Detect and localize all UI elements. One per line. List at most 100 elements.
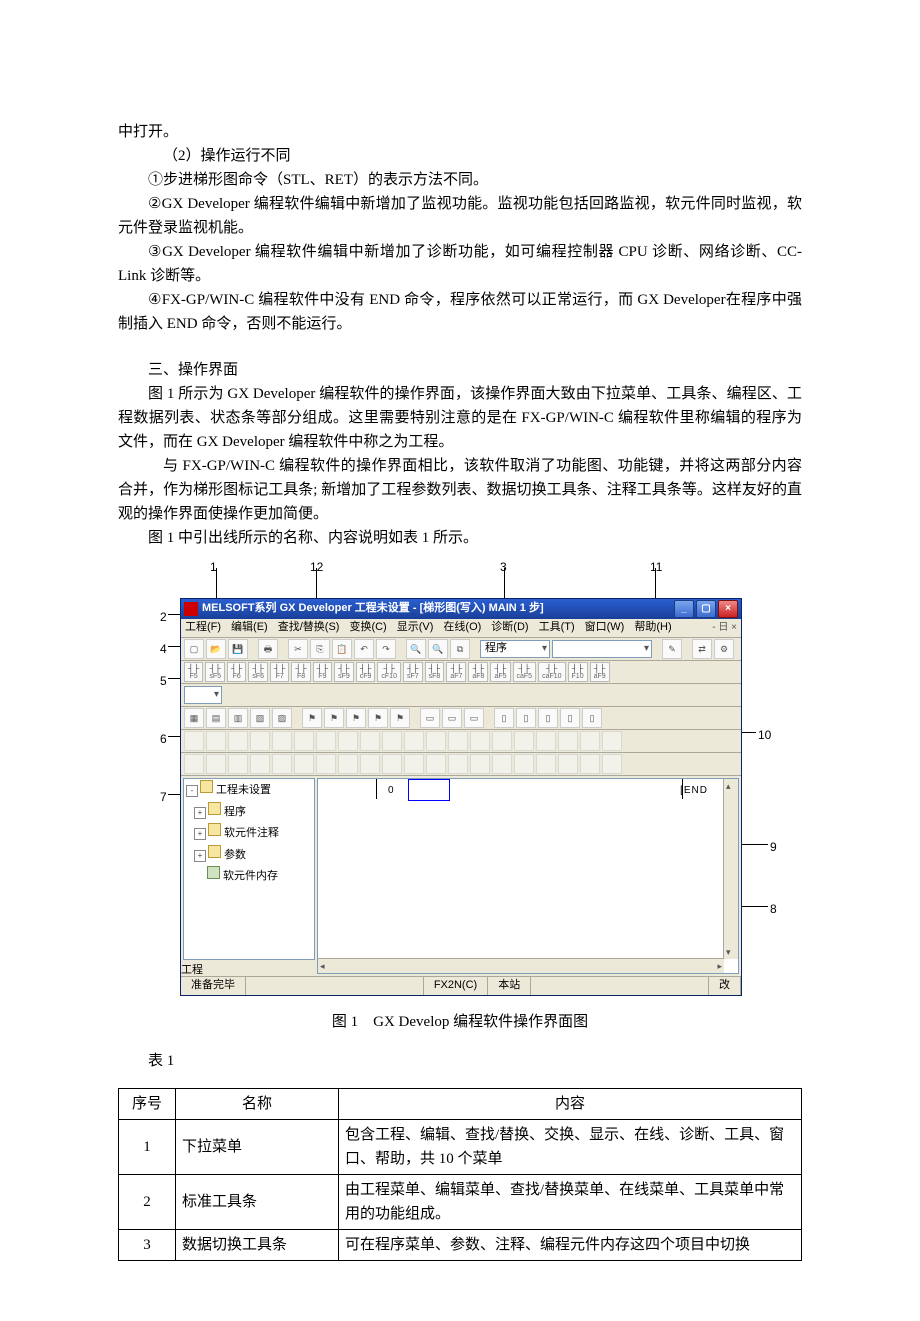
print-icon[interactable]: 🖶: [258, 639, 278, 659]
callout-8: 8: [770, 900, 777, 919]
sfc2-icon[interactable]: ▭: [442, 708, 462, 728]
open-icon[interactable]: 📂: [206, 639, 226, 659]
settings-icon[interactable]: ⚙: [714, 639, 734, 659]
disabled-button: [316, 754, 336, 774]
paste-icon[interactable]: 📋: [332, 639, 352, 659]
ladder-key-aF9[interactable]: ┤├aF9: [590, 662, 610, 682]
minimize-button[interactable]: _: [674, 600, 694, 618]
element-combo[interactable]: [184, 686, 222, 704]
net3-icon[interactable]: ▯: [538, 708, 558, 728]
view1-icon[interactable]: ▦: [184, 708, 204, 728]
program-select-combo[interactable]: [552, 640, 652, 658]
sfc3-icon[interactable]: ▭: [464, 708, 484, 728]
tool5-icon[interactable]: ⚑: [390, 708, 410, 728]
view2-icon[interactable]: ▤: [206, 708, 226, 728]
horizontal-scrollbar[interactable]: [318, 958, 724, 973]
new-icon[interactable]: ▢: [184, 639, 204, 659]
ladder-key-F9[interactable]: ┤├F9: [313, 662, 332, 682]
disabled-button: [184, 731, 204, 751]
ladder-key-sF9[interactable]: ┤├sF9: [334, 662, 354, 682]
net4-icon[interactable]: ▯: [560, 708, 580, 728]
net5-icon[interactable]: ▯: [582, 708, 602, 728]
menu-online[interactable]: 在线(O): [443, 619, 481, 637]
ladder-key-aF5[interactable]: ┤├aF5: [490, 662, 510, 682]
redo-icon[interactable]: ↷: [376, 639, 396, 659]
menu-view[interactable]: 显示(V): [397, 619, 434, 637]
tool3-icon[interactable]: ⚑: [346, 708, 366, 728]
table-label: 表 1: [148, 1049, 802, 1073]
xref-icon[interactable]: ⧉: [450, 639, 470, 659]
tool1-icon[interactable]: ⚑: [302, 708, 322, 728]
find-dev-icon[interactable]: 🔍: [428, 639, 448, 659]
menu-diag[interactable]: 诊断(D): [491, 619, 528, 637]
find-icon[interactable]: 🔍: [406, 639, 426, 659]
ladder-key-F5[interactable]: ┤├F5: [184, 662, 203, 682]
undo-icon[interactable]: ↶: [354, 639, 374, 659]
project-tree[interactable]: -工程未设置 +程序 +软元件注释 +参数 软元件内存: [183, 778, 315, 960]
disabled-button: [272, 754, 292, 774]
ladder-key-sF8[interactable]: ┤├sF8: [425, 662, 445, 682]
figure-caption: 图 1 GX Develop 编程软件操作界面图: [118, 1010, 802, 1034]
tool2-icon[interactable]: ⚑: [324, 708, 344, 728]
ladder-key-F8[interactable]: ┤├F8: [291, 662, 310, 682]
net2-icon[interactable]: ▯: [516, 708, 536, 728]
ladder-key-sF7[interactable]: ┤├sF7: [403, 662, 423, 682]
disabled-button: [294, 731, 314, 751]
ladder-key-cF9[interactable]: ┤├cF9: [356, 662, 376, 682]
view4-icon[interactable]: ▧: [250, 708, 270, 728]
sfc1-icon[interactable]: ▭: [420, 708, 440, 728]
disabled-button: [426, 754, 446, 774]
tree-comment[interactable]: 软元件注释: [224, 827, 279, 839]
ladder-key-caF5[interactable]: ┤├caF5: [513, 662, 537, 682]
ladder-cursor[interactable]: [408, 779, 450, 801]
ladder-editor[interactable]: 0 [END: [317, 778, 739, 974]
ladder-key-F10[interactable]: ┤├F10: [568, 662, 588, 682]
menu-convert[interactable]: 变换(C): [349, 619, 386, 637]
menu-window[interactable]: 窗口(W): [585, 619, 625, 637]
disabled-button: [558, 754, 578, 774]
disabled-button: [360, 731, 380, 751]
tree-devmem[interactable]: 软元件内存: [223, 870, 278, 882]
ladder-key-F7[interactable]: ┤├F7: [270, 662, 289, 682]
menu-help[interactable]: 帮助(H): [634, 619, 671, 637]
menu-find[interactable]: 查找/替换(S): [278, 619, 340, 637]
tree-param[interactable]: 参数: [224, 849, 246, 861]
view5-icon[interactable]: ▨: [272, 708, 292, 728]
misc-toolbar-3: [181, 753, 741, 776]
menu-edit[interactable]: 编辑(E): [231, 619, 268, 637]
menu-tool[interactable]: 工具(T): [539, 619, 575, 637]
maximize-button[interactable]: ▢: [696, 600, 716, 618]
tool4-icon[interactable]: ⚑: [368, 708, 388, 728]
ladder-key-caF10[interactable]: ┤├caF10: [538, 662, 565, 682]
misc-toolbar-2: [181, 730, 741, 753]
ladder-key-aF7[interactable]: ┤├aF7: [446, 662, 466, 682]
menu-project[interactable]: 工程(F): [185, 619, 221, 637]
ladder-key-F6[interactable]: ┤├F6: [227, 662, 246, 682]
cell-num: 1: [119, 1120, 176, 1175]
save-icon[interactable]: 💾: [228, 639, 248, 659]
vertical-scrollbar[interactable]: [723, 779, 738, 959]
ladder-key-cF10[interactable]: ┤├cF10: [377, 662, 401, 682]
close-button[interactable]: ×: [718, 600, 738, 618]
program-combo[interactable]: 程序: [480, 640, 550, 658]
mdi-controls[interactable]: - 日 ×: [712, 620, 737, 636]
project-tab[interactable]: 工程: [181, 962, 315, 980]
cell-num: 2: [119, 1175, 176, 1230]
ladder-key-sF6[interactable]: ┤├sF6: [248, 662, 268, 682]
ladder-symbol-toolbar: ┤├F5┤├sF5┤├F6┤├sF6┤├F7┤├F8┤├F9┤├sF9┤├cF9…: [181, 661, 741, 684]
net1-icon[interactable]: ▯: [494, 708, 514, 728]
tree-program[interactable]: 程序: [224, 806, 246, 818]
cell-num: 3: [119, 1230, 176, 1261]
copy-icon[interactable]: ⎘: [310, 639, 330, 659]
disabled-button: [558, 731, 578, 751]
tree-root[interactable]: 工程未设置: [216, 784, 271, 796]
monitor-write-icon[interactable]: ✎: [662, 639, 682, 659]
disabled-button: [404, 754, 424, 774]
cut-icon[interactable]: ✂: [288, 639, 308, 659]
ladder-key-aF8[interactable]: ┤├aF8: [468, 662, 488, 682]
view3-icon[interactable]: ▥: [228, 708, 248, 728]
transfer-icon[interactable]: ⇄: [692, 639, 712, 659]
titlebar[interactable]: MELSOFT系列 GX Developer 工程未设置 - [梯形图(写入) …: [181, 599, 741, 619]
ladder-key-sF5[interactable]: ┤├sF5: [205, 662, 225, 682]
cell-desc: 可在程序菜单、参数、注释、编程元件内存这四个项目中切换: [339, 1230, 802, 1261]
